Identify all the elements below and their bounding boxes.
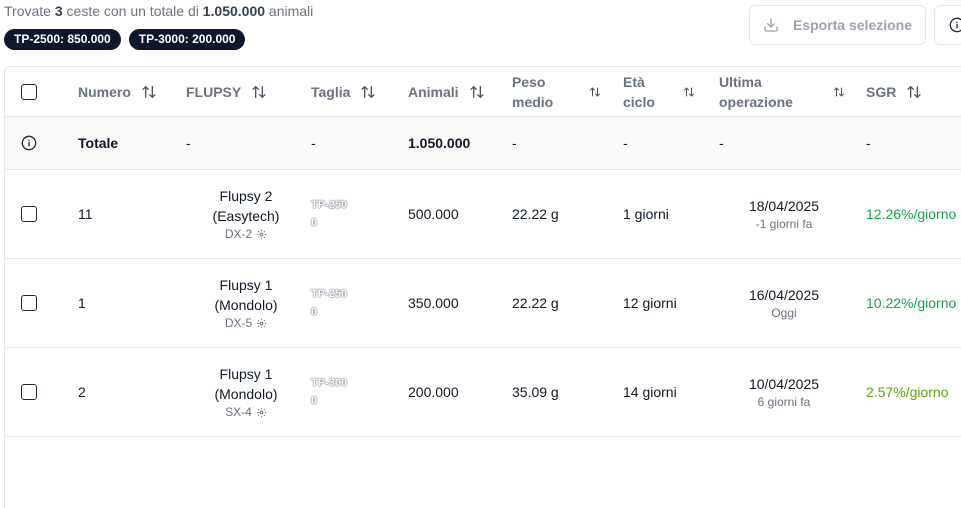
info-button[interactable] [934, 5, 961, 45]
info-icon [949, 17, 961, 33]
totals-eta: - [623, 135, 628, 151]
cell-animali: 350.000 [408, 295, 459, 311]
sort-icon [590, 87, 601, 96]
position-code: DX-2 [224, 226, 253, 241]
position-code: DX-5 [224, 315, 253, 330]
cell-animali: 500.000 [408, 206, 459, 222]
cell-eta: 12 giorni [623, 295, 677, 311]
cell-flupsy: Flupsy 2 (Easytech) DX-2 [212, 187, 280, 241]
cell-flupsy: Flupsy 1 (Mondolo) SX-4 [214, 365, 278, 419]
select-all-checkbox[interactable] [21, 83, 37, 100]
cell-eta: 1 giorni [623, 206, 669, 222]
totals-label: Totale [78, 135, 119, 151]
sort-icon [142, 85, 156, 98]
row-checkbox[interactable] [21, 295, 37, 311]
column-sgr[interactable]: SGR [866, 67, 961, 116]
cell-peso: 35.09 g [512, 384, 559, 400]
totals-taglia: - [311, 135, 316, 151]
totals-flupsy: - [186, 135, 191, 151]
row-checkbox[interactable] [21, 384, 37, 400]
row-checkbox[interactable] [21, 206, 37, 222]
column-taglia[interactable]: Taglia [311, 67, 401, 116]
cell-peso: 22.22 g [512, 206, 559, 222]
size-tag: TP-2500 [311, 199, 348, 229]
cell-ultima-operazione: 10/04/2025 6 giorni fa [748, 375, 820, 409]
cell-animali: 200.000 [408, 384, 459, 400]
cell-numero: 2 [78, 384, 86, 400]
info-icon [21, 135, 37, 151]
column-peso-medio[interactable]: Peso medio [512, 67, 612, 116]
size-badge: TP-3000: 200.000 [128, 29, 246, 50]
position-code: SX-4 [225, 404, 252, 419]
sort-icon [361, 85, 376, 98]
size-badges: TP-2500: 850.000 TP-3000: 200.000 [4, 29, 246, 50]
table-row[interactable]: 11 Flupsy 2 (Easytech) DX-2 TP-2500 500.… [5, 170, 961, 259]
totals-peso: - [512, 135, 517, 151]
export-button-label: Esporta selezione [792, 17, 913, 33]
totals-sgr: - [866, 135, 871, 151]
column-ultima-operazione[interactable]: Ultima operazione [719, 67, 849, 116]
export-selection-button[interactable]: Esporta selezione [749, 5, 926, 45]
cell-numero: 1 [78, 295, 86, 311]
cell-numero: 11 [78, 206, 93, 222]
gear-icon [257, 229, 267, 239]
cell-ultima-operazione: 16/04/2025 Oggi [748, 286, 820, 320]
cell-sgr: 10.22%/giorno [866, 295, 957, 311]
cell-ultima-operazione: 18/04/2025 -1 giorni fa [748, 197, 820, 231]
column-eta-ciclo[interactable]: Età ciclo [623, 67, 713, 116]
cell-sgr: 2.57%/giorno [866, 384, 949, 400]
gear-icon [256, 407, 266, 417]
column-numero[interactable]: Numero [78, 67, 178, 116]
baskets-table: Numero FLUPSY Taglia Animali Peso medio E… [4, 66, 961, 508]
cell-flupsy: Flupsy 1 (Mondolo) DX-5 [214, 276, 278, 330]
sort-icon [469, 85, 484, 98]
cell-peso: 22.22 g [512, 295, 559, 311]
totals-row: Totale - - 1.050.000 - - - - [5, 117, 961, 170]
results-summary: Trovate 3 ceste con un totale di 1.050.0… [4, 3, 314, 19]
cell-eta: 14 giorni [623, 384, 677, 400]
totals-ultima: - [719, 135, 724, 151]
sort-icon [252, 85, 266, 98]
basket-count: 3 [54, 3, 63, 19]
table-header: Numero FLUPSY Taglia Animali Peso medio E… [5, 67, 961, 117]
table-row[interactable]: 1 Flupsy 1 (Mondolo) DX-5 TP-2500 350.00… [5, 259, 961, 348]
animal-total: 1.050.000 [202, 3, 266, 19]
size-tag: TP-2500 [311, 288, 348, 318]
cell-sgr: 12.26%/giorno [866, 206, 957, 222]
download-icon [764, 18, 778, 32]
column-flupsy[interactable]: FLUPSY [186, 67, 306, 116]
table-row[interactable]: 2 Flupsy 1 (Mondolo) SX-4 TP-3000 200.00… [5, 348, 961, 437]
sort-icon [683, 87, 694, 96]
sort-icon [833, 87, 844, 96]
size-tag: TP-3000 [311, 377, 348, 407]
gear-icon [257, 318, 267, 328]
column-animali[interactable]: Animali [408, 67, 508, 116]
totals-animali: 1.050.000 [408, 135, 471, 151]
sort-icon [907, 85, 922, 98]
size-badge: TP-2500: 850.000 [4, 29, 121, 50]
